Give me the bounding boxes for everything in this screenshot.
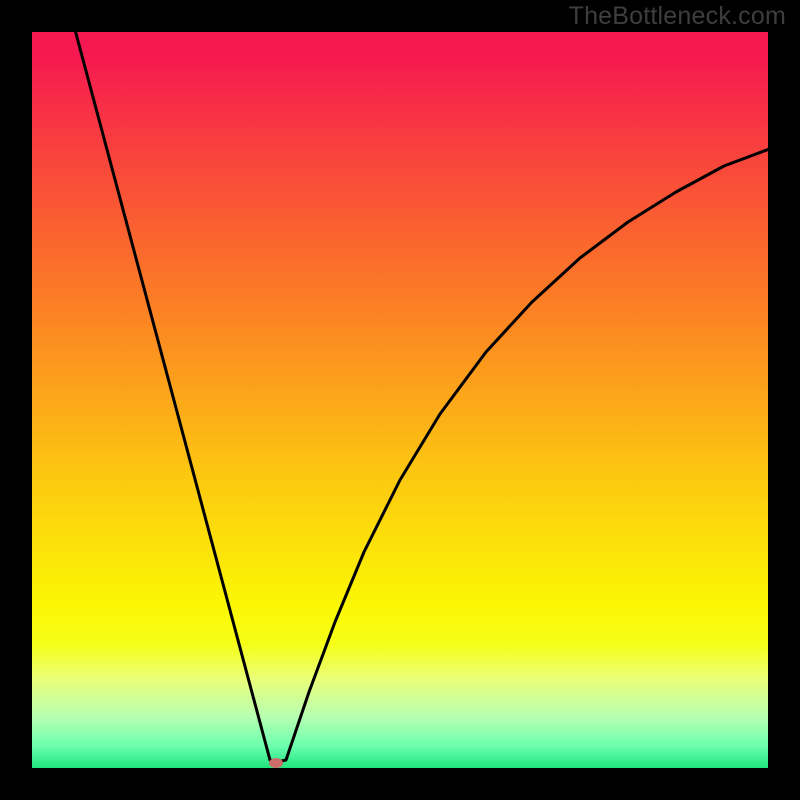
chart-frame: TheBottleneck.com [0, 0, 800, 800]
plot-area [32, 32, 768, 768]
bottleneck-curve [32, 32, 768, 768]
watermark-text: TheBottleneck.com [569, 2, 786, 31]
minimum-marker [269, 758, 283, 768]
curve-path [74, 32, 768, 762]
